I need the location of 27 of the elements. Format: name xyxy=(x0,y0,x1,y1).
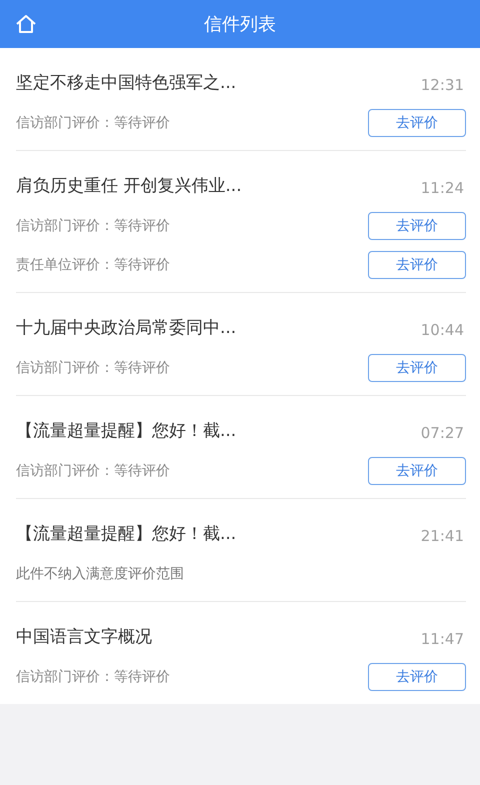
page-title: 信件列表 xyxy=(204,13,276,36)
rating-status: 信访部门评价：等待评价 xyxy=(16,114,170,132)
letter-time: 11:47 xyxy=(420,630,464,648)
rate-button[interactable]: 去评价 xyxy=(368,109,466,137)
letter-time: 21:41 xyxy=(420,527,464,545)
letter-title[interactable]: 【流量超量提醒】您好！截... xyxy=(16,522,236,545)
rating-note: 此件不纳入满意度评价范围 xyxy=(16,565,185,584)
letter-title[interactable]: 十九届中央政治局常委同中... xyxy=(16,316,236,339)
letter-time: 11:24 xyxy=(420,179,464,197)
rating-status: 信访部门评价：等待评价 xyxy=(16,359,170,377)
letter-title[interactable]: 中国语言文字概况 xyxy=(16,625,152,648)
letter-title[interactable]: 【流量超量提醒】您好！截... xyxy=(16,419,236,442)
rate-button[interactable]: 去评价 xyxy=(368,663,466,691)
letter-title[interactable]: 肩负历史重任 开创复兴伟业... xyxy=(16,174,242,197)
letter-time: 07:27 xyxy=(420,424,464,442)
rating-status: 信访部门评价：等待评价 xyxy=(16,668,170,686)
rate-button[interactable]: 去评价 xyxy=(368,251,466,279)
letter-title[interactable]: 坚定不移走中国特色强军之... xyxy=(16,71,236,94)
rating-status: 信访部门评价：等待评价 xyxy=(16,217,170,235)
home-icon[interactable] xyxy=(14,13,38,35)
letter-time: 12:31 xyxy=(420,76,464,94)
rate-button[interactable]: 去评价 xyxy=(368,457,466,485)
rate-button[interactable]: 去评价 xyxy=(368,354,466,382)
rate-button[interactable]: 去评价 xyxy=(368,212,466,240)
rating-status: 责任单位评价：等待评价 xyxy=(16,256,170,274)
letter-time: 10:44 xyxy=(420,321,464,339)
rating-status: 信访部门评价：等待评价 xyxy=(16,462,170,480)
